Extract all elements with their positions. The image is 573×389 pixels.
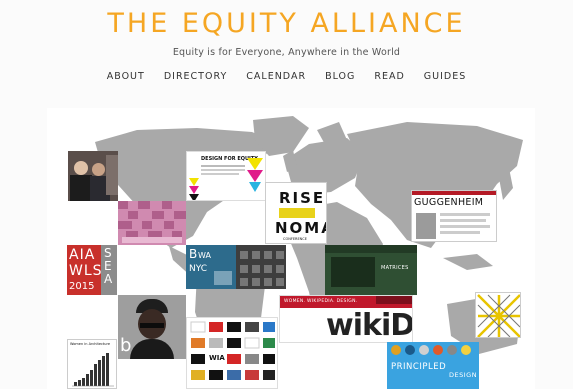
bwa-label-2: WA (198, 251, 211, 260)
mosaic-pattern (118, 201, 186, 243)
wia-label: WIA (209, 354, 225, 362)
rise-noma-tile[interactable]: RISE NOMA CONFERENCE (265, 182, 327, 244)
pink-mosaic-tile[interactable] (118, 201, 186, 245)
wls-label: WLS (69, 263, 103, 279)
nav-directory[interactable]: DIRECTORY (164, 71, 227, 82)
year-label: 2015 (69, 281, 95, 292)
noma-conference-label: CONFERENCE (283, 237, 307, 241)
building-photo-tile[interactable] (236, 245, 286, 289)
sea-label: SEA (104, 246, 113, 286)
bwa-label: B (189, 247, 198, 261)
triangles-graphic (189, 158, 263, 200)
site-title[interactable]: THE EQUITY ALLIANCE (0, 4, 573, 44)
matrices-label: MATRICES (381, 265, 409, 271)
nyc-label: NYC (189, 264, 208, 274)
logo-grid-image (190, 321, 275, 380)
nav-blog[interactable]: BLOG (325, 71, 355, 82)
nav-guides[interactable]: GUIDES (424, 71, 466, 82)
chart-tile[interactable]: Women in Architecture (67, 339, 117, 389)
main-nav: ABOUT DIRECTORY CALENDAR BLOG READ GUIDE… (0, 71, 573, 82)
nav-about[interactable]: ABOUT (107, 71, 145, 82)
aia-wls-tile[interactable]: AIA WLS 2015 SEA (67, 245, 117, 295)
principled-label: PRINCIPLED (391, 362, 447, 372)
portrait-tile[interactable]: b (118, 295, 186, 359)
aia-label: AIA (69, 247, 96, 263)
photo-tile-people[interactable] (68, 151, 118, 201)
principled-design-tile[interactable]: PRINCIPLED DESIGN (387, 342, 479, 389)
nav-calendar[interactable]: CALENDAR (246, 71, 306, 82)
collage-panel: DESIGN FOR EQUITY RISE NOMA CONFERENCE G… (47, 108, 535, 389)
pattern-tile[interactable] (475, 292, 521, 338)
matrices-tile[interactable]: MATRICES (325, 245, 417, 295)
design-for-equity-tile[interactable]: DESIGN FOR EQUITY (186, 151, 266, 201)
guggenheim-label: GUGGENHEIM (414, 197, 484, 208)
pattern-image (477, 294, 520, 337)
design-label: DESIGN (449, 371, 478, 379)
wikid-top-label: WOMEN. WIKIPEDIA. DESIGN. (284, 299, 358, 304)
building-image (240, 251, 284, 286)
wikid-label: wikiD (326, 308, 413, 343)
guggenheim-tile[interactable]: GUGGENHEIM (411, 190, 497, 242)
bar-chart-image (72, 353, 114, 387)
wikid-tile[interactable]: WOMEN. WIKIPEDIA. DESIGN. wikiD (279, 295, 413, 343)
rise-label: RISE (279, 189, 326, 207)
noma-label: NOMA (275, 219, 326, 237)
site-tagline: Equity is for Everyone, Anywhere in the … (172, 47, 401, 58)
bwa-nyc-tile[interactable]: B WA NYC (186, 245, 236, 289)
nav-read[interactable]: READ (374, 71, 404, 82)
logo-grid-tile[interactable]: WIA (186, 317, 278, 389)
b-letter: b (120, 335, 132, 356)
